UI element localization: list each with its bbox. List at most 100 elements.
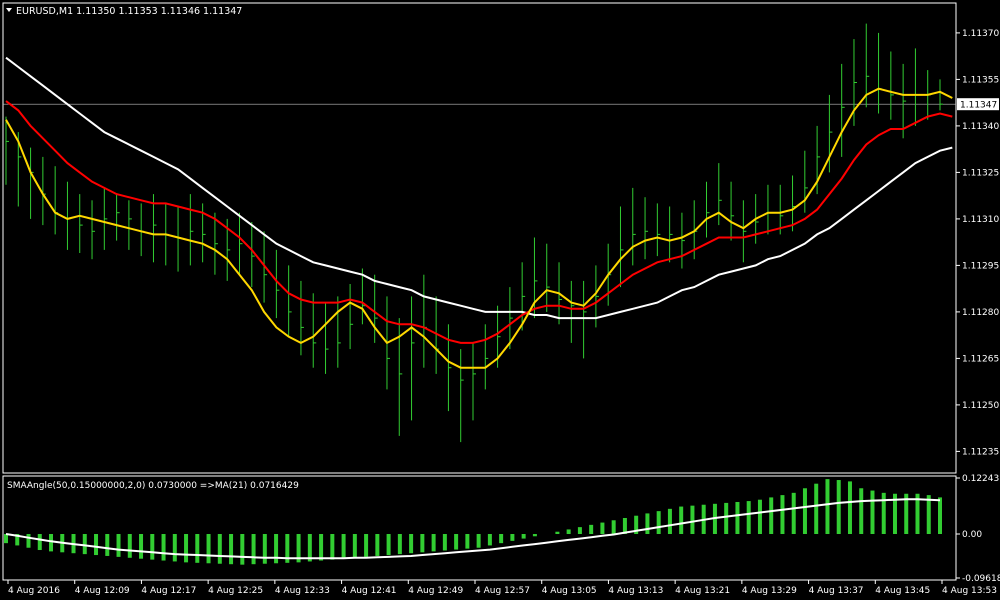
histogram-bar xyxy=(375,534,380,556)
histogram-bar xyxy=(476,534,481,548)
indicator-pane[interactable] xyxy=(2,475,957,581)
histogram-bar xyxy=(454,534,459,550)
histogram-bar xyxy=(847,481,852,535)
histogram-bar xyxy=(825,479,830,535)
histogram-bar xyxy=(532,534,537,537)
y-tick-label: 1.11370 xyxy=(962,29,999,39)
histogram-bar xyxy=(240,534,245,565)
histogram-bar xyxy=(319,534,324,561)
histogram-bar xyxy=(184,534,189,563)
x-tick-label: 4 Aug 13:05 xyxy=(542,586,597,596)
x-tick-label: 4 Aug 13:29 xyxy=(742,586,797,596)
histogram-bar xyxy=(611,520,616,535)
x-tick-label: 4 Aug 13:21 xyxy=(675,586,730,596)
histogram-bar xyxy=(690,505,695,535)
histogram-bar xyxy=(229,534,234,565)
histogram-bar xyxy=(397,534,402,555)
x-tick-label: 4 Aug 12:49 xyxy=(408,586,463,596)
trading-chart[interactable]: EURUSD,M1 1.11350 1.11353 1.11346 1.1134… xyxy=(0,0,1000,600)
y-tick-label: 1.11310 xyxy=(962,215,999,225)
histogram-bar xyxy=(870,490,875,535)
y-tick-label: 1.11340 xyxy=(962,122,999,132)
histogram-bar xyxy=(195,534,200,563)
histogram-bar xyxy=(791,492,796,535)
y-tick-label: 1.11250 xyxy=(962,401,999,411)
histogram-bar xyxy=(757,499,762,535)
x-tick-label: 4 Aug 12:17 xyxy=(141,586,196,596)
ma-mid-line xyxy=(5,100,953,344)
histogram-bar xyxy=(938,497,942,535)
histogram-bar xyxy=(82,534,87,555)
histogram-bar xyxy=(386,534,391,556)
histogram-bar xyxy=(521,534,526,539)
y-tick-label: 1.11355 xyxy=(962,75,999,85)
histogram-bar xyxy=(735,501,740,535)
symbol-header: EURUSD,M1 1.11350 1.11353 1.11346 1.1134… xyxy=(16,6,242,17)
y-tick-label: 1.11235 xyxy=(962,447,999,457)
indicator-header: SMAAngle(50,0.15000000,2,0) 0.0730000 =>… xyxy=(7,481,299,491)
histogram-bar xyxy=(555,531,560,535)
histogram-bar xyxy=(780,495,785,535)
x-tick-label: 4 Aug 13:53 xyxy=(942,586,997,596)
histogram-bar xyxy=(150,534,155,560)
triangle-down-icon[interactable] xyxy=(6,8,12,12)
x-tick-label: 4 Aug 12:25 xyxy=(208,586,263,596)
histogram-bar xyxy=(814,483,819,535)
x-tick-label: 4 Aug 13:13 xyxy=(608,586,663,596)
ma-slow-line xyxy=(5,56,953,320)
histogram-bar xyxy=(487,534,492,546)
histogram-bar xyxy=(409,534,414,554)
histogram-bar xyxy=(251,534,256,565)
histogram-bar xyxy=(926,495,931,535)
current-price-label: 1.11347 xyxy=(960,101,997,111)
histogram-bar xyxy=(836,480,841,535)
histogram-bar xyxy=(37,534,42,551)
x-tick-label: 4 Aug 12:41 xyxy=(342,586,397,596)
histogram-bar xyxy=(262,534,267,564)
histogram-bar xyxy=(116,534,121,557)
histogram-bar xyxy=(161,534,166,561)
histogram-bar xyxy=(881,492,886,535)
histogram-bar xyxy=(510,534,515,541)
histogram-bar xyxy=(217,534,222,564)
y-tick-label: 1.11295 xyxy=(962,261,999,271)
histogram-bar xyxy=(139,534,144,559)
histogram-bar xyxy=(442,534,447,551)
y-tick-label: 1.11325 xyxy=(962,168,999,178)
histogram-bar xyxy=(802,488,807,535)
histogram-bar xyxy=(206,534,211,564)
histogram-bar xyxy=(94,534,99,556)
x-tick-label: 4 Aug 13:37 xyxy=(809,586,864,596)
x-tick-label: 4 Aug 13:45 xyxy=(875,586,930,596)
histogram-bar xyxy=(589,524,594,535)
histogram-bar xyxy=(667,508,672,535)
histogram-bar xyxy=(420,534,425,553)
indicator-ma-line xyxy=(5,498,941,560)
indicator-y-tick-label: -0.096187 xyxy=(962,574,1000,584)
histogram-bar xyxy=(859,488,864,535)
histogram-bar xyxy=(49,534,54,552)
x-tick-label: 4 Aug 12:57 xyxy=(475,586,530,596)
histogram-bar xyxy=(746,501,751,535)
histogram-bar xyxy=(274,534,279,564)
indicator-y-tick-label: 0.122437 xyxy=(962,474,1000,484)
y-tick-label: 1.11280 xyxy=(962,308,999,318)
histogram-bar xyxy=(172,534,177,562)
histogram-bar xyxy=(600,522,605,535)
histogram-bar xyxy=(105,534,110,556)
ma-fast-line xyxy=(5,87,953,369)
histogram-bar xyxy=(341,534,346,559)
histogram-bar xyxy=(26,534,31,548)
histogram-bar xyxy=(656,511,661,535)
histogram-bar xyxy=(352,534,357,558)
histogram-bar xyxy=(431,534,436,552)
histogram-bar xyxy=(465,534,470,549)
histogram-bar xyxy=(769,497,774,535)
x-tick-label: 4 Aug 12:09 xyxy=(75,586,130,596)
histogram-bar xyxy=(364,534,369,557)
y-tick-label: 1.11265 xyxy=(962,354,999,364)
histogram-bar xyxy=(4,534,8,544)
histogram-bar xyxy=(566,529,571,535)
histogram-bar xyxy=(724,502,729,535)
histogram-bar xyxy=(645,513,650,535)
